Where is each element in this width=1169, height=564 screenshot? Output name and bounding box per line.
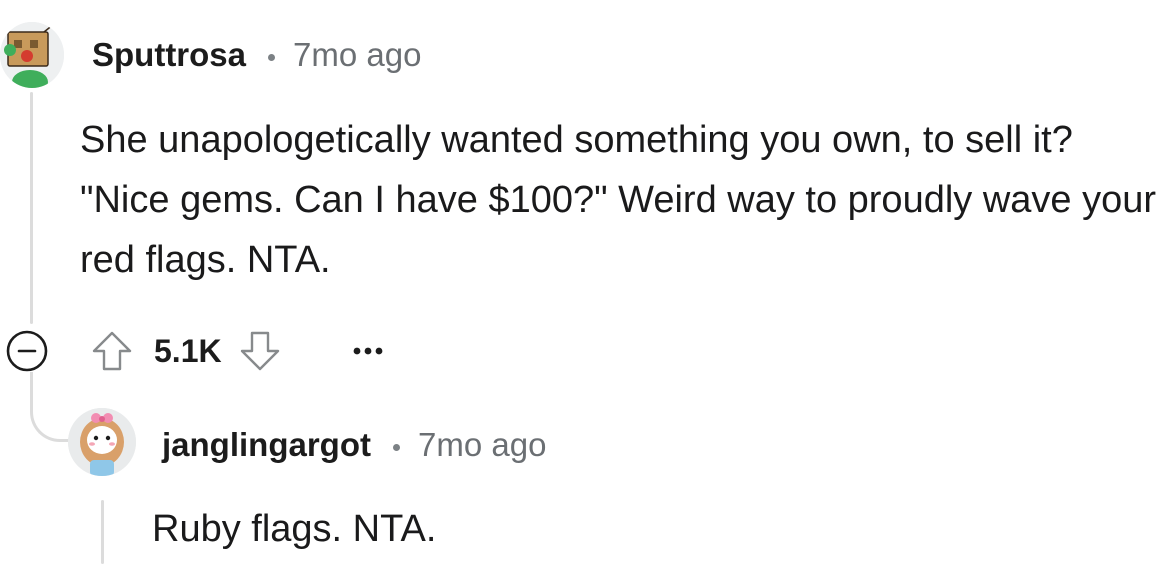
- upvote-arrow-icon: [92, 331, 132, 371]
- downvote-button[interactable]: [236, 327, 284, 375]
- more-options-icon: [353, 347, 382, 355]
- username[interactable]: Sputtrosa: [92, 36, 246, 74]
- comment-header: Sputtrosa 7mo ago: [92, 30, 421, 80]
- collapse-button[interactable]: [6, 330, 48, 372]
- downvote-arrow-icon: [240, 331, 279, 371]
- comment-action-bar: 5.1K: [6, 328, 392, 374]
- vote-score: 5.1K: [154, 332, 222, 369]
- reply-avatar[interactable]: [68, 408, 136, 476]
- comment-body: She unapologetically wanted something yo…: [80, 119, 1157, 281]
- more-options-button[interactable]: [344, 327, 392, 375]
- separator-dot: [268, 53, 276, 61]
- snoo-robot-avatar-icon: [0, 22, 64, 88]
- reply-timestamp[interactable]: 7mo ago: [418, 426, 546, 464]
- reply-header: janglingargot 7mo ago: [162, 418, 546, 472]
- collapse-minus-icon: [6, 330, 48, 372]
- timestamp[interactable]: 7mo ago: [293, 36, 421, 74]
- separator-dot: [393, 443, 400, 451]
- avatar[interactable]: [0, 22, 64, 88]
- reply-body: Ruby flags. NTA.: [152, 508, 437, 550]
- upvote-button[interactable]: [88, 327, 136, 375]
- reply-thread-line[interactable]: [101, 500, 104, 564]
- reply-thread-connector: [30, 372, 70, 442]
- reply-username[interactable]: janglingargot: [162, 426, 371, 464]
- snoo-girl-avatar-icon: [68, 408, 136, 476]
- thread-line[interactable]: [30, 92, 33, 324]
